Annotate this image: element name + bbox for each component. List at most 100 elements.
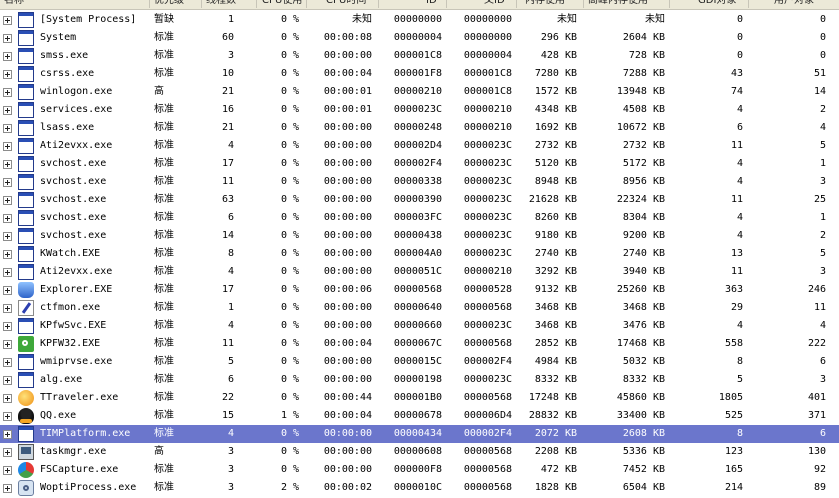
expand-icon[interactable] [3, 52, 12, 61]
expand-icon[interactable] [3, 448, 12, 457]
column-divider[interactable] [583, 0, 584, 8]
expand-icon[interactable] [3, 394, 12, 403]
table-row[interactable]: svchost.exe 标准 17 0 % 00:00:00 000002F4 000002… [0, 155, 839, 173]
expand-icon[interactable] [3, 178, 12, 187]
expand-icon[interactable] [3, 196, 12, 205]
column-header-parent-id[interactable]: 父ID [484, 0, 514, 9]
expand-icon[interactable] [3, 268, 12, 277]
column-divider[interactable] [378, 0, 379, 8]
table-row[interactable]: WoptiProcess.exe 标准 3 2 % 00:00:02 0000010C 00… [0, 479, 839, 497]
expand-icon[interactable] [3, 484, 12, 493]
expand-icon[interactable] [3, 70, 12, 79]
table-row[interactable]: taskmgr.exe 高 3 0 % 00:00:00 00000608 00000568… [0, 443, 839, 461]
cell-user-objects: 51 [813, 68, 826, 79]
expand-icon[interactable] [3, 142, 12, 151]
expand-icon[interactable] [3, 232, 12, 241]
expand-icon[interactable] [3, 124, 12, 133]
table-row[interactable]: svchost.exe 标准 63 0 % 00:00:00 00000390 000002… [0, 191, 839, 209]
expand-icon[interactable] [3, 286, 12, 295]
cell-peak-memory: 7288 KB [622, 68, 665, 79]
column-header-memory[interactable]: 内存使用 [525, 0, 580, 9]
cell-name: Explorer.EXE [40, 284, 113, 295]
cell-memory: 4348 KB [534, 104, 577, 115]
expand-icon[interactable] [3, 430, 12, 439]
window-icon [18, 318, 34, 334]
process-list[interactable]: 名称 优先级 线程数 CPU使用 CPU时间 ID 父ID 内存使用 高峰内存使… [0, 0, 839, 498]
cell-user-objects: 401 [807, 392, 826, 403]
table-row[interactable]: ctfmon.exe 标准 1 0 % 00:00:00 00000640 00000568… [0, 299, 839, 317]
cell-cpu: 0 % [280, 176, 299, 187]
table-row[interactable]: svchost.exe 标准 6 0 % 00:00:00 000003FC 0000023… [0, 209, 839, 227]
table-row[interactable]: lsass.exe 标准 21 0 % 00:00:00 00000248 00000210… [0, 119, 839, 137]
cell-parent-id: 00000568 [463, 302, 512, 313]
table-row[interactable]: wmiprvse.exe 标准 5 0 % 00:00:00 0000015C 000002… [0, 353, 839, 371]
column-header-id[interactable]: ID [426, 0, 446, 9]
column-divider[interactable] [201, 0, 202, 8]
table-row[interactable]: FSCapture.exe 标准 3 0 % 00:00:00 000000F8 00000… [0, 461, 839, 479]
column-divider[interactable] [149, 0, 150, 8]
column-header-name[interactable]: 名称 [4, 0, 144, 9]
expand-icon[interactable] [3, 214, 12, 223]
cell-cpu-time: 00:00:00 [323, 464, 372, 475]
column-header-priority[interactable]: 优先级 [154, 0, 199, 9]
column-header-threads[interactable]: 线程数 [206, 0, 256, 9]
cell-gdi-objects: 1805 [718, 392, 743, 403]
cell-peak-memory: 3940 KB [622, 266, 665, 277]
table-row[interactable]: services.exe 标准 16 0 % 00:00:01 0000023C 00000… [0, 101, 839, 119]
expand-icon[interactable] [3, 466, 12, 475]
table-row[interactable]: svchost.exe 标准 14 0 % 00:00:00 00000438 000002… [0, 227, 839, 245]
table-row[interactable]: svchost.exe 标准 11 0 % 00:00:00 00000338 000002… [0, 173, 839, 191]
table-row[interactable]: Ati2evxx.exe 标准 4 0 % 00:00:00 000002D4 000002… [0, 137, 839, 155]
column-divider[interactable] [256, 0, 257, 8]
cell-parent-id: 00000210 [463, 122, 512, 133]
table-row[interactable]: Ati2evxx.exe 标准 4 0 % 00:00:00 0000051C 000002… [0, 263, 839, 281]
expand-icon[interactable] [3, 34, 12, 43]
column-header-peak-memory[interactable]: 高峰内存使用 [588, 0, 668, 9]
column-header-gdi-objects[interactable]: GDI对象 [698, 0, 748, 9]
table-row[interactable]: TTraveler.exe 标准 22 0 % 00:00:44 000001B0 0000… [0, 389, 839, 407]
expand-icon[interactable] [3, 340, 12, 349]
cell-id: 000002F4 [393, 158, 442, 169]
cell-cpu-time: 00:00:00 [323, 212, 372, 223]
table-row-selected[interactable]: TIMPlatform.exe 标准 4 0 % 00:00:00 00000434 000… [0, 425, 839, 443]
expand-icon[interactable] [3, 16, 12, 25]
table-row[interactable]: winlogon.exe 高 21 0 % 00:00:01 00000210 000001… [0, 83, 839, 101]
column-divider[interactable] [446, 0, 447, 8]
column-divider[interactable] [516, 0, 517, 8]
expand-icon[interactable] [3, 250, 12, 259]
table-row[interactable]: alg.exe 标准 6 0 % 00:00:00 00000198 0000023C 833… [0, 371, 839, 389]
cell-peak-memory: 728 KB [628, 50, 665, 61]
cell-threads: 10 [221, 68, 234, 79]
column-divider[interactable] [748, 0, 749, 8]
expand-icon[interactable] [3, 376, 12, 385]
table-row[interactable]: Explorer.EXE 标准 17 0 % 00:00:06 00000568 00000… [0, 281, 839, 299]
cell-name: KWatch.EXE [40, 248, 101, 259]
cell-parent-id: 00000004 [463, 50, 512, 61]
expand-icon[interactable] [3, 358, 12, 367]
table-row[interactable]: KWatch.EXE 标准 8 0 % 00:00:00 000004A0 0000023C… [0, 245, 839, 263]
cell-cpu-time: 00:00:04 [323, 68, 372, 79]
cell-name: System [40, 32, 77, 43]
column-divider[interactable] [306, 0, 307, 8]
table-row[interactable]: KPfwSvc.EXE 标准 4 0 % 00:00:00 00000660 0000023… [0, 317, 839, 335]
table-row[interactable]: System 标准 60 0 % 00:00:08 00000004 00000000 296… [0, 29, 839, 47]
table-row[interactable]: KPFW32.EXE 标准 11 0 % 00:00:04 0000067C 0000056… [0, 335, 839, 353]
table-row[interactable]: QQ.exe 标准 15 1 % 00:00:04 00000678 000006D4 288… [0, 407, 839, 425]
cell-memory: 3468 KB [534, 320, 577, 331]
column-header-user-objects[interactable]: 用户对象 [774, 0, 834, 9]
cell-id: 000001B0 [393, 392, 442, 403]
table-row[interactable]: smss.exe 标准 3 0 % 00:00:00 000001C8 00000004 42… [0, 47, 839, 65]
table-row[interactable]: [System Process] 暂缺 1 0 % 未知 00000000 00000000… [0, 11, 839, 29]
column-header-cpu[interactable]: CPU使用 [262, 0, 312, 9]
column-header-cpu-time[interactable]: CPU时间 [326, 0, 381, 9]
expand-icon[interactable] [3, 160, 12, 169]
expand-icon[interactable] [3, 88, 12, 97]
column-divider[interactable] [669, 0, 670, 8]
table-row[interactable]: csrss.exe 标准 10 0 % 00:00:04 000001F8 000001C8… [0, 65, 839, 83]
cell-id: 00000248 [393, 122, 442, 133]
expand-icon[interactable] [3, 412, 12, 421]
expand-icon[interactable] [3, 304, 12, 313]
cell-memory: 2732 KB [534, 140, 577, 151]
expand-icon[interactable] [3, 106, 12, 115]
expand-icon[interactable] [3, 322, 12, 331]
